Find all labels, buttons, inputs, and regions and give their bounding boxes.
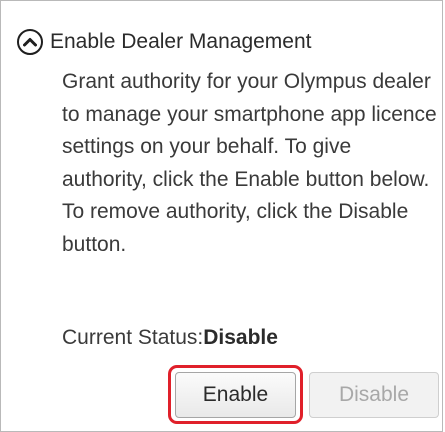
status-value: Disable [203,326,278,349]
enable-button[interactable]: Enable [175,372,296,418]
disable-button: Disable [309,372,439,418]
section-description: Grant authority for your Olympus dealer … [62,70,437,256]
chevron-up-circle-icon[interactable] [17,29,43,55]
section-header: Enable Dealer Management [17,26,312,58]
status-label: Current Status: [62,326,204,349]
current-status: Current Status:Disable [62,322,278,354]
section-title: Enable Dealer Management [50,30,312,53]
dealer-management-panel: Enable Dealer Management Grant authority… [0,0,443,432]
chevron-up-icon [23,38,37,47]
